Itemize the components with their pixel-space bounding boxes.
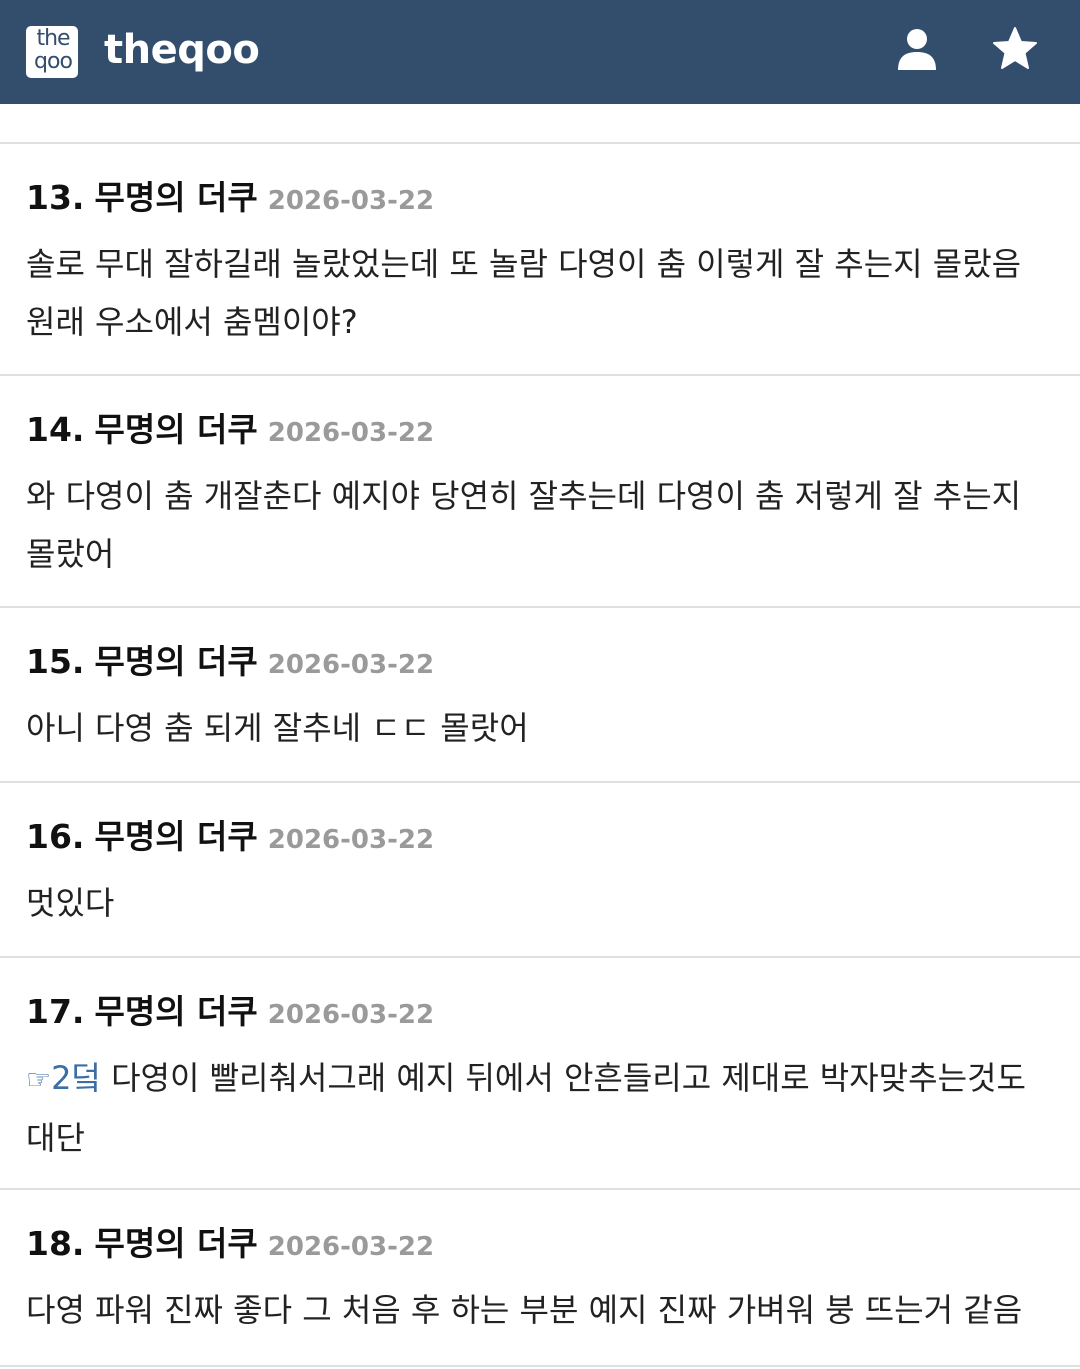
site-logo[interactable]: the qoo xyxy=(26,26,78,78)
comment-author: 무명의 더쿠 xyxy=(94,642,258,681)
comment-author: 무명의 더쿠 xyxy=(94,1224,258,1263)
pointing-hand-icon: ☞ xyxy=(26,1063,52,1096)
comment-number: 17. xyxy=(26,992,85,1031)
comment-item: 18. 무명의 더쿠 2026-03-22 다영 파워 진짜 좋다 그 처음 후… xyxy=(0,1190,1080,1367)
comment-date: 2026-03-22 xyxy=(267,418,435,448)
logo-text-top: the xyxy=(36,26,70,51)
comment-item: 14. 무명의 더쿠 2026-03-22 와 다영이 춤 개잘춘다 예지야 당… xyxy=(0,376,1080,608)
comment-text: 멋있다 xyxy=(26,884,115,922)
comment-date: 2026-03-22 xyxy=(267,186,435,216)
comment-meta: 17. 무명의 더쿠 2026-03-22 xyxy=(26,992,1054,1032)
reply-mention-link[interactable]: 2덬 xyxy=(51,1059,101,1097)
star-icon[interactable] xyxy=(992,26,1038,72)
comment-date: 2026-03-22 xyxy=(267,825,435,855)
comment-date: 2026-03-22 xyxy=(267,1232,435,1262)
comment-author: 무명의 더쿠 xyxy=(94,817,258,856)
comment-number: 15. xyxy=(26,642,85,681)
comment-item: 17. 무명의 더쿠 2026-03-22 ☞2덬 다영이 빨리춰서그래 예지 … xyxy=(0,958,1080,1190)
site-name[interactable]: theqoo xyxy=(104,24,260,76)
comment-number: 18. xyxy=(26,1224,85,1263)
comment-text: ☞2덬 다영이 빨리춰서그래 예지 뒤에서 안흔들리고 제대로 박자맞추는것도 … xyxy=(26,1049,1056,1167)
comment-text-content: 다영이 빨리춰서그래 예지 뒤에서 안흔들리고 제대로 박자맞추는것도 대단 xyxy=(26,1059,1026,1157)
comment-meta: 15. 무명의 더쿠 2026-03-22 xyxy=(26,642,1054,682)
comment-item: 15. 무명의 더쿠 2026-03-22 아니 다영 춤 되게 잘추네 ㄷㄷ … xyxy=(0,608,1080,783)
comment-text: 다영 파워 진짜 좋다 그 처음 후 하는 부분 예지 진짜 가벼워 붕 뜨는거… xyxy=(26,1291,1023,1329)
top-navbar: the qoo theqoo xyxy=(0,0,1080,104)
comment-item: 16. 무명의 더쿠 2026-03-22 멋있다 xyxy=(0,783,1080,958)
comment-number: 16. xyxy=(26,817,85,856)
comment-meta: 16. 무명의 더쿠 2026-03-22 xyxy=(26,817,1054,857)
comment-item: 13. 무명의 더쿠 2026-03-22 솔로 무대 잘하길래 놀랐었는데 또… xyxy=(0,144,1080,376)
comment-author: 무명의 더쿠 xyxy=(94,410,258,449)
comment-date: 2026-03-22 xyxy=(267,650,435,680)
comment-date: 2026-03-22 xyxy=(267,1000,435,1030)
comment-author: 무명의 더쿠 xyxy=(94,992,258,1031)
comment-meta: 13. 무명의 더쿠 2026-03-22 xyxy=(26,178,1054,218)
user-icon[interactable] xyxy=(894,26,940,72)
list-top-divider xyxy=(0,104,1080,144)
comment-author: 무명의 더쿠 xyxy=(94,178,258,217)
comment-meta: 14. 무명의 더쿠 2026-03-22 xyxy=(26,410,1054,450)
comment-number: 14. xyxy=(26,410,85,449)
logo-text-bottom: qoo xyxy=(34,49,73,74)
comment-text: 아니 다영 춤 되게 잘추네 ㄷㄷ 몰랏어 xyxy=(26,709,529,747)
comment-number: 13. xyxy=(26,178,85,217)
comment-text: 솔로 무대 잘하길래 놀랐었는데 또 놀람 다영이 춤 이렇게 잘 추는지 몰랐… xyxy=(26,245,1022,341)
comment-meta: 18. 무명의 더쿠 2026-03-22 xyxy=(26,1224,1054,1264)
comment-text: 와 다영이 춤 개잘춘다 예지야 당연히 잘추는데 다영이 춤 저렇게 잘 추는… xyxy=(26,477,1022,573)
comment-list: 13. 무명의 더쿠 2026-03-22 솔로 무대 잘하길래 놀랐었는데 또… xyxy=(0,104,1080,1367)
